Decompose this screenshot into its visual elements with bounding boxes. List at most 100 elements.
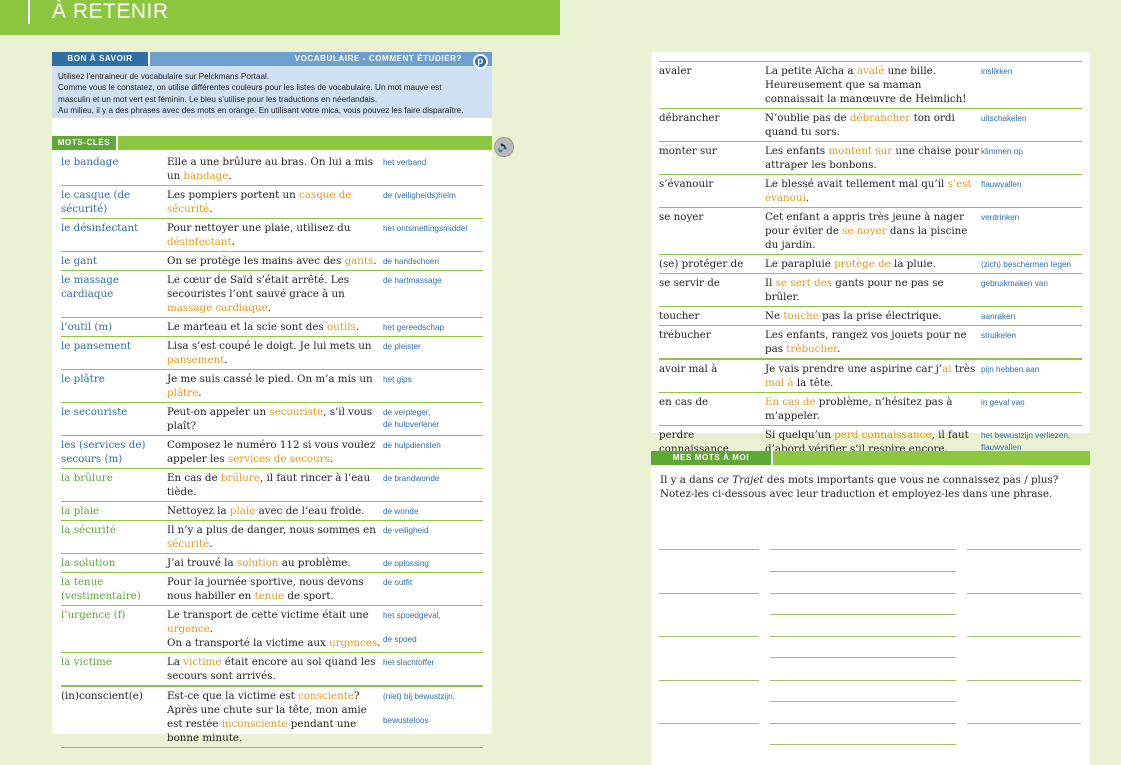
sentence-text: J’ai trouvé la bbox=[167, 557, 237, 569]
writing-line[interactable] bbox=[967, 636, 1081, 637]
highlight-word: services de secours bbox=[227, 453, 330, 465]
highlight-word: plaie bbox=[229, 505, 256, 517]
highlight-word: tenue bbox=[254, 590, 285, 602]
sentence-text: N’oublie pas de bbox=[765, 112, 850, 124]
writing-line[interactable] bbox=[967, 593, 1081, 594]
header-divider bbox=[28, 0, 30, 24]
writing-line[interactable] bbox=[770, 723, 956, 724]
writing-line[interactable] bbox=[770, 657, 956, 658]
sentence-text: La bbox=[167, 656, 184, 668]
translation: de hulpdiensten bbox=[383, 441, 441, 450]
writing-line[interactable] bbox=[659, 636, 759, 637]
translation: het verband bbox=[383, 158, 427, 167]
writing-line[interactable] bbox=[770, 571, 956, 572]
translation: de hartmassage bbox=[383, 276, 442, 285]
sentence-text: au problème. bbox=[278, 557, 351, 569]
sentence-text: Ne bbox=[765, 310, 784, 322]
header-bar: À RETENIR bbox=[0, 0, 560, 35]
vocab-word: le massage cardiaque bbox=[61, 274, 119, 300]
portal-p-icon[interactable]: p bbox=[473, 54, 488, 69]
sentence-text: Il n’y a plus de danger, nous sommes en bbox=[167, 524, 376, 536]
speaker-icon[interactable]: 🔊 bbox=[494, 137, 514, 157]
sentence-text: Le marteau et la scie sont des bbox=[167, 321, 327, 333]
writing-line[interactable] bbox=[770, 701, 956, 702]
example-sentence: Il se sert des gants pour ne pas se brûl… bbox=[765, 274, 981, 307]
writing-line[interactable] bbox=[967, 549, 1081, 550]
writing-line[interactable] bbox=[659, 680, 759, 681]
writing-line[interactable] bbox=[770, 680, 956, 681]
writing-line[interactable] bbox=[659, 549, 759, 550]
sentence-text: On a transporté la victime aux bbox=[167, 637, 330, 649]
vocab-row: avaler La petite Aïcha a avalé une bille.… bbox=[659, 62, 1082, 109]
translation: het gereedschap bbox=[383, 323, 444, 332]
writing-line[interactable] bbox=[770, 744, 956, 745]
writing-line[interactable] bbox=[659, 723, 759, 724]
vocab-row: la solution J’ai trouvé la solution au pr… bbox=[61, 554, 483, 573]
translation: pijn hebben aan bbox=[981, 365, 1040, 374]
sentence-text: . bbox=[836, 343, 841, 355]
highlight-word: urgence bbox=[167, 623, 210, 635]
sentence-text: Lisa s’est coupé le doigt. Je lui mets u… bbox=[167, 340, 372, 352]
translation: de oplossing bbox=[383, 559, 429, 568]
writing-line[interactable] bbox=[770, 614, 956, 615]
sentence-text: La petite Aïcha a bbox=[765, 65, 857, 77]
example-sentence: En cas de problème, n’hésitez pas à m’ap… bbox=[765, 393, 981, 426]
sentence-text: . bbox=[231, 236, 235, 248]
writing-line[interactable] bbox=[967, 680, 1081, 681]
highlight-word: se noyer bbox=[842, 225, 887, 237]
translation: de pleister bbox=[383, 342, 421, 351]
translation: het spoedgeval, bbox=[383, 611, 441, 620]
vocab-word: s’évanouir bbox=[659, 178, 714, 190]
vocab-row: la sécurité Il n’y a plus de danger, nous… bbox=[61, 521, 483, 554]
highlight-word: mal à bbox=[765, 377, 794, 389]
highlight-word: solution bbox=[236, 557, 279, 569]
translation: de spoed bbox=[383, 635, 417, 644]
verbs-table: avaler La petite Aïcha a avalé une bille.… bbox=[659, 61, 1082, 459]
vocab-word: la victime bbox=[61, 656, 112, 668]
vocab-row: la brûlure En cas de brûlure, il faut rin… bbox=[61, 469, 483, 502]
vocab-row: l’urgence (f) Le transport de cette victi… bbox=[61, 606, 483, 653]
highlight-word: brûlure bbox=[220, 472, 260, 484]
writing-line[interactable] bbox=[659, 593, 759, 594]
highlight-word: inconsciente bbox=[221, 718, 288, 730]
translation: in geval van bbox=[981, 398, 1025, 407]
info-line: Utilisez l’entraineur de vocabulaire sur… bbox=[58, 72, 270, 81]
example-sentence: La victime était encore au sol quand les… bbox=[167, 653, 383, 687]
translation: uitschakelen bbox=[981, 114, 1027, 123]
vocab-word: trébucher bbox=[659, 329, 711, 341]
highlight-word: sécurité bbox=[167, 538, 210, 550]
highlight-word: massage cardiaque bbox=[167, 302, 268, 314]
writing-line[interactable] bbox=[770, 593, 956, 594]
translation: bewusteloos bbox=[383, 716, 429, 725]
mes-mots-tab-fill bbox=[773, 451, 1090, 465]
translation: het bewustzijn verliezen, flauwvallen bbox=[981, 431, 1071, 452]
writing-line[interactable] bbox=[770, 636, 956, 637]
sentence-text: Il bbox=[765, 277, 776, 289]
example-sentence: Le marteau et la scie sont des outils. bbox=[167, 318, 383, 337]
highlight-word: victime bbox=[183, 656, 222, 668]
info-line: masculin et un mot vert est féminin. Le … bbox=[58, 94, 378, 104]
vocab-word: le pansement bbox=[61, 340, 132, 352]
highlight-word: plâtre bbox=[167, 387, 199, 399]
translation: verdrinken bbox=[981, 213, 1020, 222]
vocab-word: la solution bbox=[61, 557, 116, 569]
vocab-row: le désinfectant Pour nettoyer une plaie, … bbox=[61, 219, 483, 252]
sentence-text: . bbox=[355, 321, 360, 333]
writing-line[interactable] bbox=[770, 549, 956, 550]
writing-line[interactable] bbox=[967, 723, 1081, 724]
highlight-word: se sert des bbox=[775, 277, 832, 289]
info-line: Au milieu, il y a des phrases avec des m… bbox=[58, 105, 464, 115]
translation: de wonde bbox=[383, 507, 419, 516]
translation: het slachtoffer bbox=[383, 658, 435, 667]
example-sentence: Pour nettoyer une plaie, utilisez du dés… bbox=[167, 219, 383, 252]
sentence-text: . bbox=[224, 354, 228, 366]
highlight-word: débrancher bbox=[849, 112, 911, 124]
sentence-text: Les enfants bbox=[765, 145, 829, 157]
vocab-row: toucher Ne touche pas la prise électrique… bbox=[659, 307, 1082, 326]
sentence-text: très bbox=[951, 363, 976, 375]
highlight-word: protège de bbox=[834, 258, 891, 270]
sentence-text: Je me suis cassé le pied. On m’a mis un bbox=[167, 373, 373, 385]
sentence-text: . bbox=[329, 453, 334, 465]
vocab-row: trébucher Les enfants, rangez vos jouets … bbox=[659, 326, 1082, 359]
vocab-row: le gant On se protège les mains avec des … bbox=[61, 252, 483, 271]
